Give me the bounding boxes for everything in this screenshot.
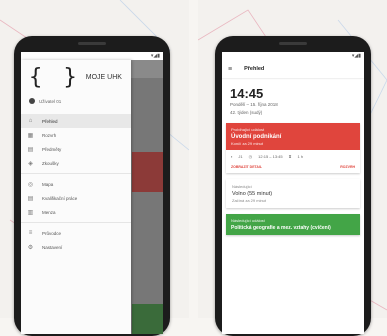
- event-countdown: Končí za 29 minut: [231, 141, 264, 146]
- phone-screen-right: ▾◢▮ ≡ Přehled 14:45 Pondělí – 15. října …: [222, 52, 364, 334]
- page-title: Přehled: [244, 66, 265, 72]
- schedule-button[interactable]: ROZVRH: [340, 165, 355, 169]
- current-event-card[interactable]: Probíhající událost Úvodní podnikání Kon…: [226, 123, 360, 173]
- current-time: 14:45: [230, 86, 264, 101]
- next-subtitle: Začíná za 29 minut: [232, 198, 267, 203]
- avatar: [29, 98, 35, 104]
- phone-screen-left: ▾◢▮ { } MOJE UHK Uživatel 01 ⌂ Přehled ▦ Ro…: [21, 52, 163, 334]
- drawer-item-4[interactable]: ◎ Mapa: [21, 177, 131, 191]
- event-status-label: Probíhající událost: [231, 127, 265, 132]
- event-duration: 1 h: [297, 154, 303, 159]
- home-icon: ⌂: [28, 118, 33, 124]
- status-bar: ▾◢▮: [150, 53, 160, 59]
- week-info: 42. týden (sudý): [230, 110, 263, 115]
- drawer-item-6[interactable]: ▥ Menza: [21, 205, 131, 219]
- phone-speaker: [78, 42, 106, 45]
- drawer-item-5[interactable]: ▤ Kvalifikační práce: [21, 191, 131, 205]
- next-free-card[interactable]: Následující Volno (55 minut) Začíná za 2…: [226, 179, 360, 208]
- drawer-item-7[interactable]: ≡ Průvodce: [21, 226, 131, 240]
- app-name: MOJE UHK: [85, 73, 122, 81]
- drawer-header: { } MOJE UHK: [21, 60, 131, 94]
- drawer-item-label: Menza: [42, 209, 56, 215]
- drawer-item-1[interactable]: ▦ Rozvrh: [21, 128, 131, 142]
- drawer-item-label: Předměty: [42, 146, 62, 152]
- menu-divider: [21, 173, 131, 174]
- drawer-menu: ⌂ Přehled ▦ Rozvrh ▤ Předměty ◈ Zkoušky ◎ Mapa ▤ Kv…: [21, 114, 131, 254]
- room-icon: ▪: [231, 154, 233, 159]
- clock-icon: ◷: [248, 154, 253, 159]
- event-title: Úvodní podnikání: [231, 134, 282, 140]
- drawer-item-label: Průvodce: [42, 230, 62, 236]
- drawer-item-8[interactable]: ⚙ Nastavení: [21, 240, 131, 254]
- current-date: Pondělí – 15. října 2018: [230, 102, 278, 107]
- navigation-drawer: { } MOJE UHK Uživatel 01 ⌂ Přehled ▦ Rozvrh…: [21, 60, 131, 334]
- event-info-row: ▪ J1 ◷ 12:15 – 13:45 ⧗ 1 h: [226, 150, 360, 163]
- event-room: J1: [238, 154, 243, 159]
- drawer-item-label: Mapa: [42, 181, 54, 187]
- dimmed-red-card: [132, 152, 163, 192]
- drawer-item-label: Zkoušky: [42, 160, 59, 166]
- drawer-item-label: Rozvrh: [42, 132, 57, 138]
- next-event-header: Následující událost Politická geografie …: [226, 214, 360, 235]
- drawer-item-2[interactable]: ▤ Předměty: [21, 142, 131, 156]
- next-event-label: Následující událost: [231, 218, 265, 223]
- status-bar: ▾◢▮: [351, 53, 361, 59]
- next-event-title: Politická geografie a mez. vztahy (cviče…: [231, 225, 331, 231]
- menu-icon[interactable]: ≡: [228, 66, 232, 73]
- guide-icon: ≡: [28, 230, 33, 236]
- phone-frame-right: ▾◢▮ ≡ Přehled 14:45 Pondělí – 15. října …: [215, 36, 371, 336]
- user-account-row[interactable]: Uživatel 01: [21, 94, 131, 108]
- menu-divider: [21, 222, 131, 223]
- exam-icon: ◈: [28, 160, 33, 167]
- drawer-item-3[interactable]: ◈ Zkoušky: [21, 156, 131, 170]
- restaurant-icon: ▥: [27, 209, 34, 216]
- phone-speaker: [279, 42, 307, 45]
- next-event-card[interactable]: Následující událost Politická geografie …: [226, 214, 360, 235]
- calendar-icon: ▦: [27, 132, 34, 139]
- app-logo: { }: [29, 64, 81, 90]
- next-title: Volno (55 minut): [232, 191, 273, 197]
- book-icon: ▤: [27, 146, 34, 153]
- drawer-item-label: Kvalifikační práce: [42, 195, 78, 201]
- map-icon: ◎: [27, 181, 34, 188]
- dimmed-green-card: [132, 304, 163, 334]
- show-detail-button[interactable]: ZOBRAZIT DETAIL: [231, 165, 262, 169]
- drawer-item-label: Nastavení: [42, 244, 63, 250]
- event-time-range: 12:15 – 13:45: [258, 154, 283, 159]
- drawer-item-0[interactable]: ⌂ Přehled: [21, 114, 131, 128]
- phone-frame-left: ▾◢▮ { } MOJE UHK Uživatel 01 ⌂ Přehled ▦ Ro…: [14, 36, 170, 336]
- drawer-item-label: Přehled: [42, 118, 58, 124]
- user-name: Uživatel 01: [39, 98, 62, 104]
- left-promo-panel: ▾◢▮ { } MOJE UHK Uživatel 01 ⌂ Přehled ▦ Ro…: [0, 0, 189, 336]
- hourglass-icon: ⧗: [288, 154, 292, 159]
- settings-icon: ⚙: [27, 244, 34, 251]
- event-actions: ZOBRAZIT DETAIL ROZVRH: [226, 163, 360, 173]
- current-event-header: Probíhající událost Úvodní podnikání Kon…: [226, 123, 360, 150]
- app-toolbar: ≡ Přehled: [222, 60, 364, 78]
- next-label: Následující: [232, 184, 252, 189]
- document-icon: ▤: [27, 195, 34, 202]
